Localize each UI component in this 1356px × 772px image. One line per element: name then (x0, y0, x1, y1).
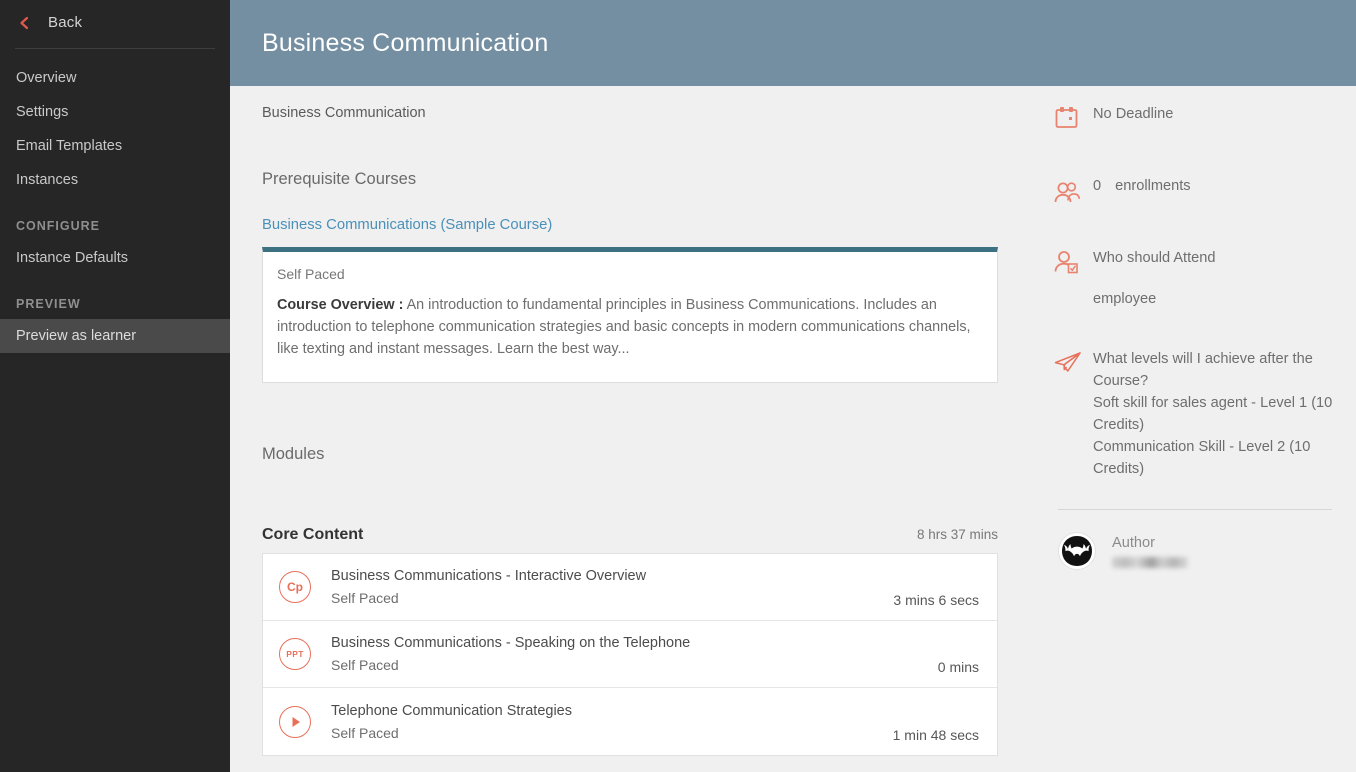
module-row-pacing: Self Paced (331, 590, 399, 606)
sidebar-item-overview[interactable]: Overview (0, 61, 230, 95)
sidebar-section-configure: CONFIGURE (16, 219, 100, 233)
module-row-duration: 3 mins 6 secs (893, 592, 979, 608)
who-should-attend-title: Who should Attend (1093, 250, 1216, 266)
breadcrumb: Business Communication (262, 105, 426, 121)
sidebar-item-settings[interactable]: Settings (0, 95, 230, 129)
module-row-text: Business Communications - Speaking on th… (331, 633, 938, 675)
sidebar-nav: Overview Settings Email Templates Instan… (0, 49, 230, 353)
module-group-duration: 8 hrs 37 mins (916, 527, 998, 542)
module-row-duration: 0 mins (937, 659, 979, 675)
enrollments-label: enrollments (1115, 178, 1191, 194)
author-info: Author (1112, 534, 1188, 568)
back-label: Back (48, 14, 83, 31)
users-icon (1053, 178, 1093, 206)
panel-divider (1058, 509, 1332, 510)
table-row[interactable]: Telephone Communication Strategies Self … (263, 688, 997, 755)
module-row-title: Telephone Communication Strategies (331, 702, 572, 719)
details-panel: No Deadline 0 enrollments Who should Att… (1040, 86, 1356, 772)
table-row[interactable]: Cp Business Communications - Interactive… (263, 554, 997, 621)
sidebar-item-instances[interactable]: Instances (0, 163, 230, 197)
module-group-header: Core Content 8 hrs 37 mins (262, 526, 998, 544)
captivate-icon: Cp (279, 571, 311, 603)
sidebar-item-preview-as-learner[interactable]: Preview as learner (0, 319, 230, 353)
prerequisite-overview: Course Overview : An introduction to fun… (263, 282, 997, 382)
author-row: Author (1053, 532, 1344, 570)
powerpoint-icon: PPT (279, 638, 311, 670)
back-button[interactable]: Back (0, 0, 230, 45)
prerequisite-course-card[interactable]: Self Paced Course Overview : An introduc… (262, 247, 998, 383)
author-label: Author (1112, 535, 1155, 551)
deadline-label: No Deadline (1093, 106, 1174, 122)
avatar (1058, 532, 1096, 570)
calendar-icon (1053, 103, 1093, 131)
chevron-left-icon (18, 16, 30, 30)
module-row-title: Business Communications - Interactive Ov… (331, 568, 647, 584)
levels-row: What levels will I achieve after the Cou… (1053, 348, 1344, 480)
level-item: Soft skill for sales agent - Level 1 (10… (1093, 395, 1333, 433)
who-should-attend-row: Who should Attend employee (1053, 247, 1344, 310)
module-row-duration: 1 min 48 secs (892, 727, 979, 743)
page-header: Business Communication (230, 0, 1356, 86)
module-row-pacing: Self Paced (331, 657, 399, 673)
sidebar-item-email-templates[interactable]: Email Templates (0, 129, 230, 163)
author-name-redacted (1112, 557, 1188, 568)
body-area: Business Communication Prerequisite Cour… (230, 86, 1356, 772)
user-check-icon (1053, 247, 1093, 275)
prerequisite-overview-label: Course Overview : (277, 297, 404, 313)
prerequisite-course-link[interactable]: Business Communications (Sample Course) (262, 217, 552, 233)
app-root: Back Overview Settings Email Templates I… (0, 0, 1356, 772)
sidebar-item-instance-defaults[interactable]: Instance Defaults (0, 241, 230, 275)
prerequisite-pacing: Self Paced (277, 266, 345, 282)
who-should-attend-value: employee (1093, 291, 1157, 307)
level-item: Communication Skill - Level 2 (10 Credit… (1093, 439, 1311, 477)
prerequisite-courses-title: Prerequisite Courses (262, 170, 417, 188)
levels-question: What levels will I achieve after the Cou… (1093, 351, 1313, 389)
module-list: Cp Business Communications - Interactive… (262, 553, 998, 756)
table-row[interactable]: PPT Business Communications - Speaking o… (263, 621, 997, 688)
sidebar: Back Overview Settings Email Templates I… (0, 0, 230, 772)
deadline-row: No Deadline (1053, 103, 1344, 131)
main-area: Business Communication Business Communic… (230, 0, 1356, 772)
enrollments-text: 0 enrollments (1093, 178, 1191, 194)
module-group-name: Core Content (262, 526, 364, 543)
module-row-text: Telephone Communication Strategies Self … (331, 701, 893, 743)
sidebar-section-preview: PREVIEW (16, 297, 81, 311)
content-column: Business Communication Prerequisite Cour… (230, 86, 1040, 772)
play-icon (279, 705, 311, 738)
module-row-text: Business Communications - Interactive Ov… (331, 566, 893, 608)
enrollments-count: 0 (1093, 178, 1102, 194)
paper-plane-icon (1053, 348, 1093, 376)
who-should-attend-text: Who should Attend employee (1093, 247, 1216, 310)
enrollments-row: 0 enrollments (1053, 178, 1344, 206)
page-title: Business Communication (262, 28, 549, 57)
module-row-title: Business Communications - Speaking on th… (331, 635, 691, 651)
levels-text: What levels will I achieve after the Cou… (1093, 348, 1344, 480)
modules-title: Modules (262, 445, 325, 463)
module-row-pacing: Self Paced (331, 724, 399, 741)
